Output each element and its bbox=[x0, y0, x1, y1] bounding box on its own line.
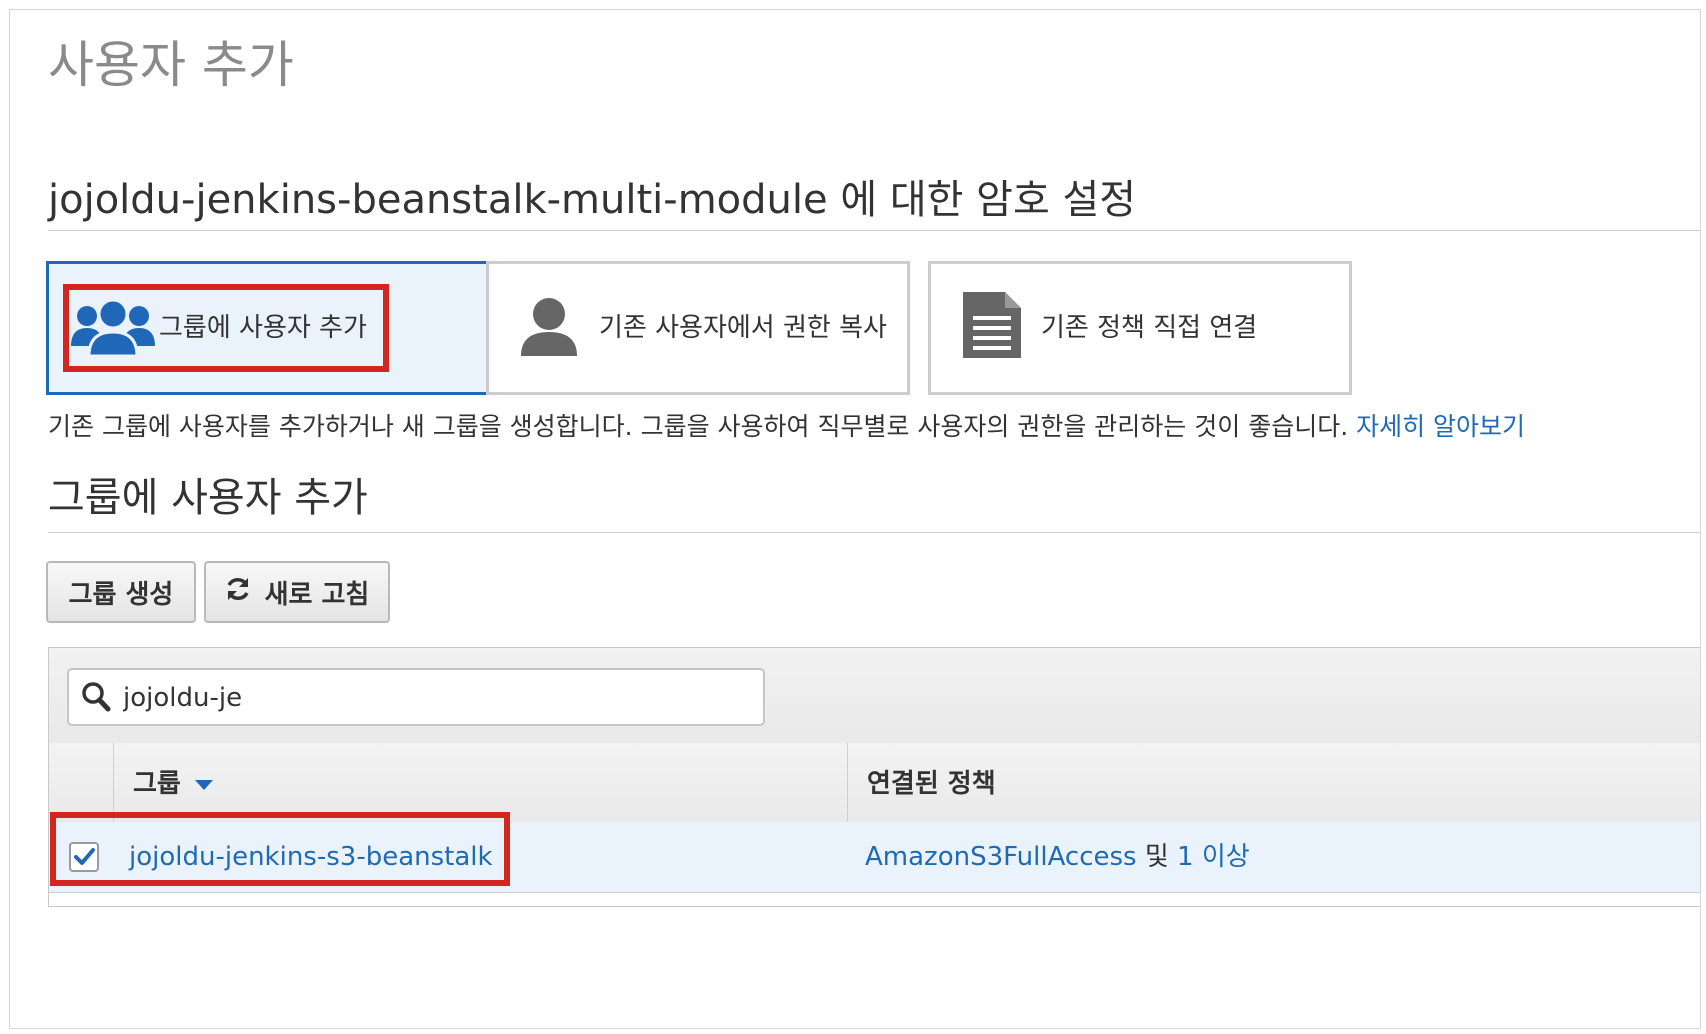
refresh-icon bbox=[225, 576, 251, 609]
column-divider bbox=[113, 743, 114, 825]
table-row[interactable]: jojoldu-jenkins-s3-beanstalk AmazonS3Ful… bbox=[49, 822, 1700, 893]
row-checkbox[interactable] bbox=[69, 842, 99, 872]
section-divider bbox=[48, 230, 1700, 231]
search-input[interactable] bbox=[121, 676, 745, 720]
refresh-button[interactable]: 새로 고침 bbox=[204, 561, 390, 623]
page-frame: 사용자 추가 jojoldu-jenkins-beanstalk-multi-m… bbox=[9, 9, 1701, 1029]
user-icon bbox=[519, 296, 579, 360]
group-section-divider bbox=[48, 532, 1700, 533]
option-copy-permissions[interactable]: 기존 사용자에서 권한 복사 bbox=[486, 261, 910, 395]
checkmark-icon bbox=[74, 848, 95, 865]
policy-cell: AmazonS3FullAccess 및 1 이상 bbox=[865, 822, 1250, 892]
table-header: 그룹 연결된 정책 bbox=[49, 743, 1700, 826]
refresh-label: 새로 고침 bbox=[264, 579, 370, 610]
option-label: 그룹에 사용자 추가 bbox=[159, 313, 367, 343]
search-box[interactable] bbox=[67, 668, 765, 726]
search-icon bbox=[81, 681, 111, 717]
sort-desc-icon bbox=[194, 779, 213, 790]
column-header-group-label: 그룹 bbox=[133, 769, 181, 799]
description: 기존 그룹에 사용자를 추가하거나 새 그룹을 생성합니다. 그룹을 사용하여 … bbox=[48, 411, 1525, 443]
column-header-group[interactable]: 그룹 bbox=[133, 743, 213, 825]
more-policies-link[interactable]: 1 이상 bbox=[1177, 842, 1250, 872]
page-title: 사용자 추가 bbox=[48, 36, 294, 94]
filter-bar bbox=[49, 648, 1700, 751]
users-group-icon bbox=[71, 296, 155, 360]
column-divider bbox=[847, 743, 848, 825]
groups-table: 그룹 연결된 정책 jojoldu-jenkins-s3-beanstalk A… bbox=[48, 647, 1700, 907]
group-section-title: 그룹에 사용자 추가 bbox=[48, 475, 368, 521]
document-icon bbox=[963, 292, 1021, 362]
description-text: 기존 그룹에 사용자를 추가하거나 새 그룹을 생성합니다. 그룹을 사용하여 … bbox=[48, 412, 1349, 441]
option-label: 기존 사용자에서 권한 복사 bbox=[599, 313, 887, 343]
group-name-link[interactable]: jojoldu-jenkins-s3-beanstalk bbox=[129, 822, 493, 892]
column-header-policy: 연결된 정책 bbox=[867, 769, 996, 799]
policy-link[interactable]: AmazonS3FullAccess bbox=[865, 842, 1137, 872]
option-attach-policy[interactable]: 기존 정책 직접 연결 bbox=[928, 261, 1352, 395]
create-group-label: 그룹 생성 bbox=[68, 579, 174, 610]
option-label: 기존 정책 직접 연결 bbox=[1041, 313, 1258, 343]
option-add-to-group[interactable]: 그룹에 사용자 추가 bbox=[46, 261, 502, 395]
policy-joiner: 및 bbox=[1144, 842, 1169, 872]
learn-more-link[interactable]: 자세히 알아보기 bbox=[1356, 412, 1525, 441]
section-title: jojoldu-jenkins-beanstalk-multi-module 에… bbox=[48, 177, 1137, 223]
create-group-button[interactable]: 그룹 생성 bbox=[46, 561, 196, 623]
